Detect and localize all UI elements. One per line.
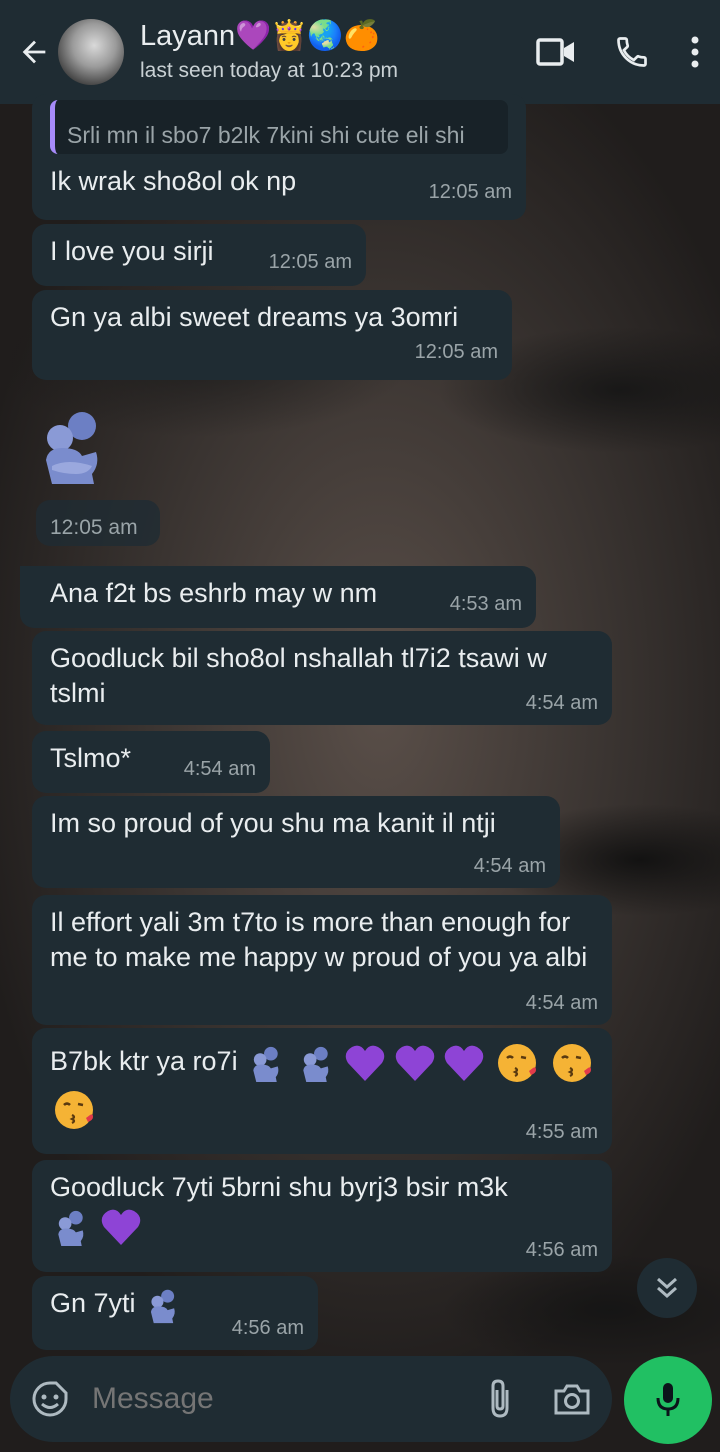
voice-call-icon[interactable] xyxy=(604,22,660,82)
more-options-icon[interactable] xyxy=(680,22,710,82)
back-arrow-icon[interactable] xyxy=(10,22,58,82)
purple-heart-emoji-icon xyxy=(345,1045,385,1081)
message-time: 12:05 am xyxy=(428,181,512,203)
message-time-chip: 12:05 am xyxy=(36,500,160,546)
message-bubble[interactable]: Gn ya albi sweet dreams ya 3omri 12:05 a… xyxy=(32,290,512,380)
kissing-face-emoji-icon xyxy=(497,1043,536,1082)
message-time: 12:05 am xyxy=(50,516,138,539)
message-time: 12:05 am xyxy=(268,251,352,273)
message-time: 4:54 am xyxy=(473,855,546,877)
message-time: 12:05 am xyxy=(414,341,498,363)
message-bubble[interactable]: Im so proud of you shu ma kanit il ntji … xyxy=(32,796,560,888)
attach-paperclip-icon[interactable] xyxy=(478,1372,522,1426)
people-hugging-emoji-icon xyxy=(58,1210,84,1247)
message-time: 4:54 am xyxy=(183,758,256,780)
message-text: Gn ya albi sweet dreams ya 3omri xyxy=(50,302,459,332)
quoted-text: Srli mn il sbo7 b2lk 7kini shi cute eli … xyxy=(67,122,465,148)
message-time: 4:56 am xyxy=(231,1317,304,1339)
emoji-message[interactable] xyxy=(38,404,108,494)
people-hugging-emoji-icon xyxy=(46,412,98,484)
last-seen-status: last seen today at 10:23 pm xyxy=(140,59,398,82)
message-text: Im so proud of you shu ma kanit il ntji xyxy=(50,808,496,838)
message-time: 4:55 am xyxy=(525,1121,598,1143)
message-time: 4:54 am xyxy=(525,692,598,714)
message-composer xyxy=(10,1356,612,1442)
purple-heart-emoji-icon xyxy=(444,1045,484,1081)
purple-heart-emoji-icon xyxy=(395,1045,434,1081)
message-bubble[interactable]: Ana f2t bs eshrb may w nm 4:53 am xyxy=(20,566,536,628)
purple-heart-emoji-icon xyxy=(101,1209,140,1245)
message-bubble[interactable]: Srli mn il sbo7 b2lk 7kini shi cute eli … xyxy=(32,94,526,220)
message-text: Goodluck 7yti 5brni shu byrj3 bsir m3k xyxy=(50,1172,508,1202)
kissing-face-emoji-icon xyxy=(55,1090,93,1129)
message-bubble[interactable]: Tslmo* 4:54 am xyxy=(32,731,270,793)
chat-header: Layann💜👸🌏🍊 last seen today at 10:23 pm xyxy=(0,0,720,104)
people-hugging-emoji-icon xyxy=(151,1289,175,1324)
scroll-to-bottom-button[interactable] xyxy=(637,1258,697,1318)
message-time: 4:56 am xyxy=(525,1239,598,1261)
contact-name: Layann💜👸🌏🍊 xyxy=(140,20,380,52)
message-bubble[interactable]: Goodluck 7yti 5brni shu byrj3 bsir m3k 4… xyxy=(32,1160,612,1272)
voice-message-button[interactable] xyxy=(624,1356,712,1444)
message-bubble[interactable]: I love you sirji 12:05 am xyxy=(32,224,366,286)
people-hugging-emoji-icon xyxy=(302,1046,328,1082)
emoji-picker-icon[interactable] xyxy=(30,1379,70,1419)
camera-icon[interactable] xyxy=(550,1372,594,1426)
message-text: Ana f2t bs eshrb may w nm xyxy=(50,578,378,608)
message-bubble[interactable]: Il effort yali 3m t7to is more than enou… xyxy=(32,895,612,1025)
message-bubble[interactable]: Gn 7yti 4:56 am xyxy=(32,1276,318,1350)
message-bubble[interactable]: B7bk ktr ya ro7i 4:55 am xyxy=(32,1028,612,1154)
message-text: Gn 7yti xyxy=(50,1288,136,1319)
message-text: Il effort yali 3m t7to is more than enou… xyxy=(50,907,588,972)
message-text: B7bk ktr ya ro7i xyxy=(50,1046,238,1076)
microphone-icon xyxy=(656,1383,680,1416)
message-input[interactable] xyxy=(92,1382,478,1416)
video-call-icon[interactable] xyxy=(528,22,584,82)
message-time: 4:53 am xyxy=(449,593,522,615)
message-time: 4:54 am xyxy=(525,992,598,1014)
kissing-face-emoji-icon xyxy=(553,1043,592,1082)
double-chevron-down-icon xyxy=(657,1277,677,1299)
people-hugging-emoji-icon xyxy=(253,1046,279,1082)
contact-info[interactable]: Layann💜👸🌏🍊 last seen today at 10:23 pm xyxy=(140,19,528,85)
message-text-with-emojis: B7bk ktr ya ro7i xyxy=(50,1038,600,1132)
message-text: Goodluck bil sho8ol nshallah tl7i2 tsawi… xyxy=(50,643,547,708)
avatar[interactable] xyxy=(58,19,124,85)
quoted-message[interactable]: Srli mn il sbo7 b2lk 7kini shi cute eli … xyxy=(50,100,508,154)
message-bubble[interactable]: Goodluck bil sho8ol nshallah tl7i2 tsawi… xyxy=(32,631,612,725)
